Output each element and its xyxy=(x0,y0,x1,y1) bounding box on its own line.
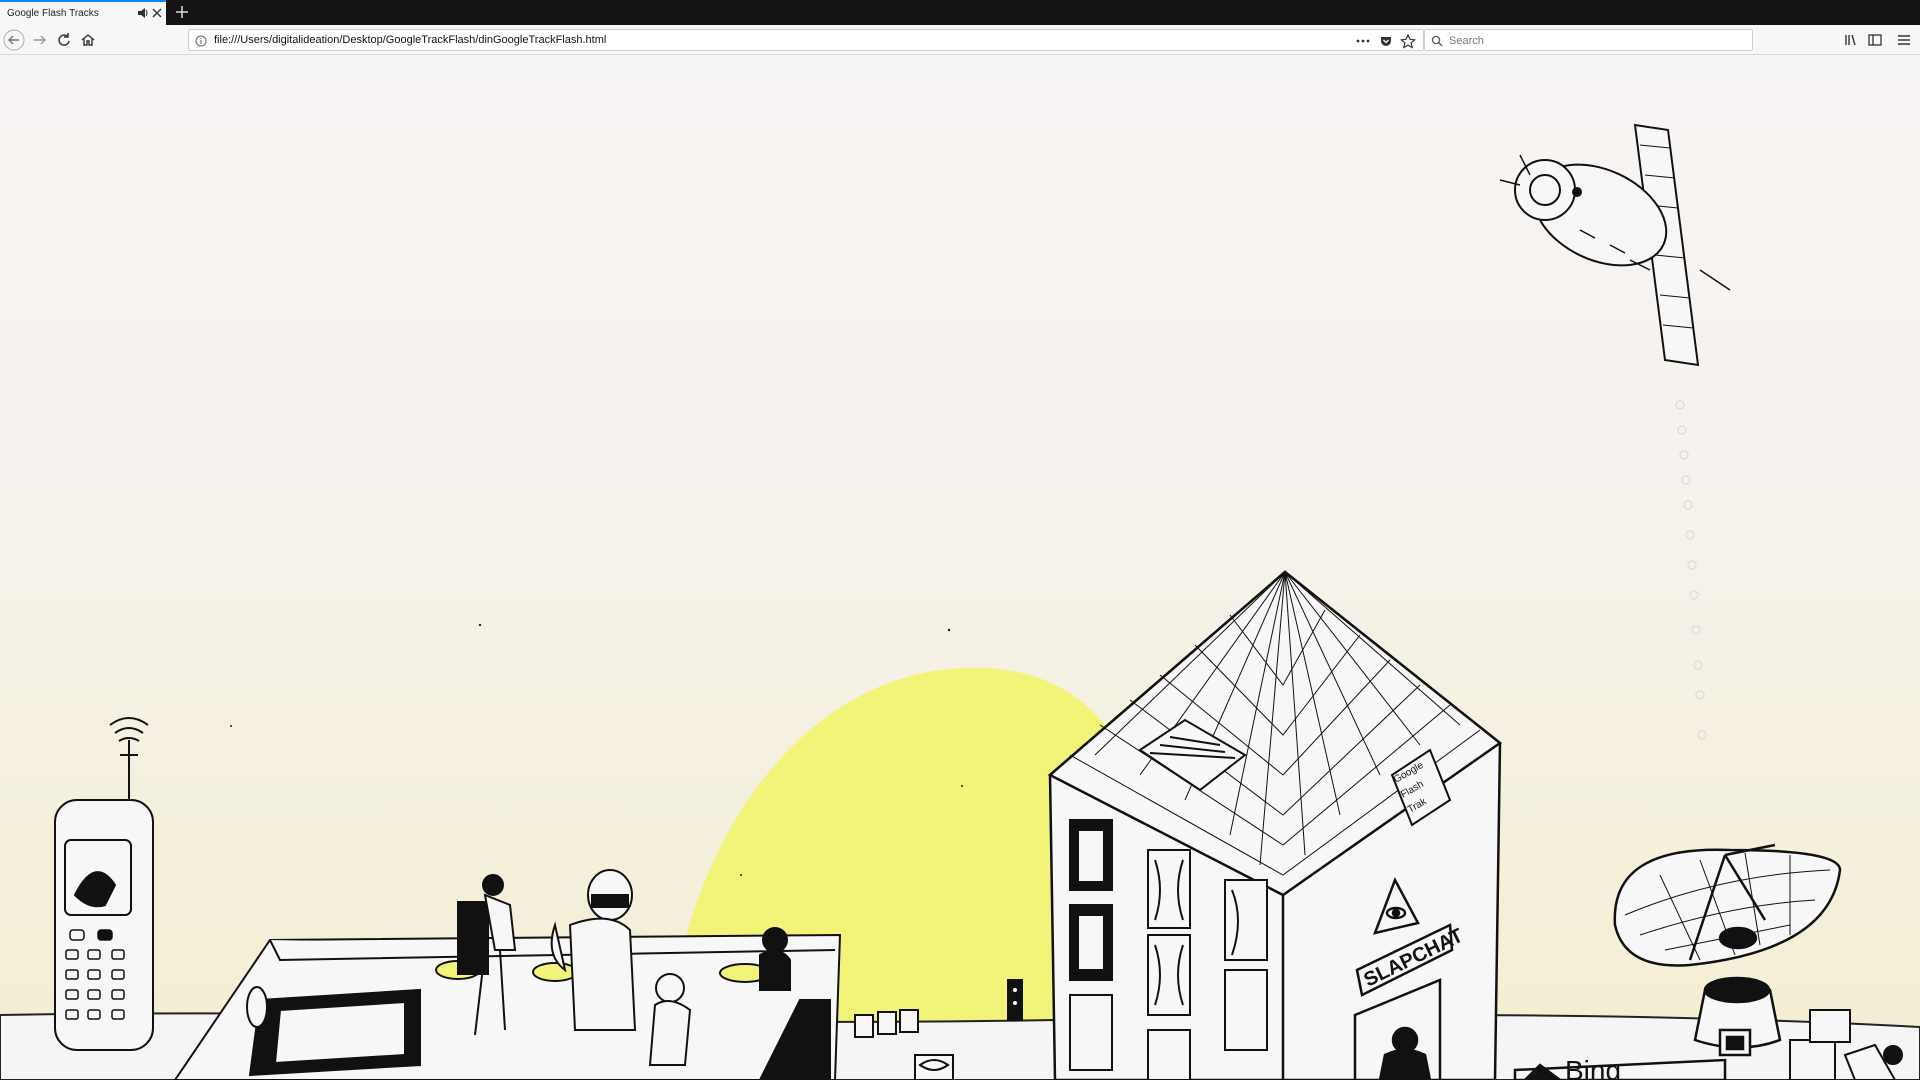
sidebar-icon[interactable] xyxy=(1864,29,1886,51)
back-arrow-icon[interactable] xyxy=(3,29,25,51)
url-text[interactable]: file:///Users/digitalideation/Desktop/Go… xyxy=(214,34,606,46)
star-icon[interactable] xyxy=(1399,33,1417,49)
forward-arrow-icon[interactable] xyxy=(29,29,51,51)
home-icon[interactable] xyxy=(77,29,99,51)
url-bar[interactable]: file:///Users/digitalideation/Desktop/Go… xyxy=(188,29,1424,51)
pocket-icon[interactable] xyxy=(1377,33,1395,49)
plus-icon[interactable] xyxy=(172,2,192,22)
city-illustration: SLAPCHAT Google Flash Trak Bing xyxy=(0,55,1920,1080)
search-icon xyxy=(1431,34,1443,47)
close-icon[interactable] xyxy=(150,5,164,21)
speaker-icon[interactable] xyxy=(136,5,150,21)
tab-title: Google Flash Tracks xyxy=(7,8,99,19)
reload-icon[interactable] xyxy=(53,29,75,51)
search-bar[interactable] xyxy=(1424,29,1753,51)
navigation-toolbar: file:///Users/digitalideation/Desktop/Go… xyxy=(0,25,1920,55)
more-dots-icon[interactable] xyxy=(1354,33,1372,49)
menu-icon[interactable] xyxy=(1893,29,1915,51)
library-icon[interactable] xyxy=(1840,29,1862,51)
browser-tab[interactable]: Google Flash Tracks xyxy=(0,0,166,25)
search-input[interactable] xyxy=(1447,32,1741,50)
rooftop-building xyxy=(173,933,842,1080)
info-icon[interactable] xyxy=(195,34,207,47)
page-content: SLAPCHAT Google Flash Trak Bing xyxy=(0,55,1920,1080)
bing-billboard-text: Bing xyxy=(1565,1055,1621,1080)
tab-bar: Google Flash Tracks xyxy=(0,0,1920,25)
